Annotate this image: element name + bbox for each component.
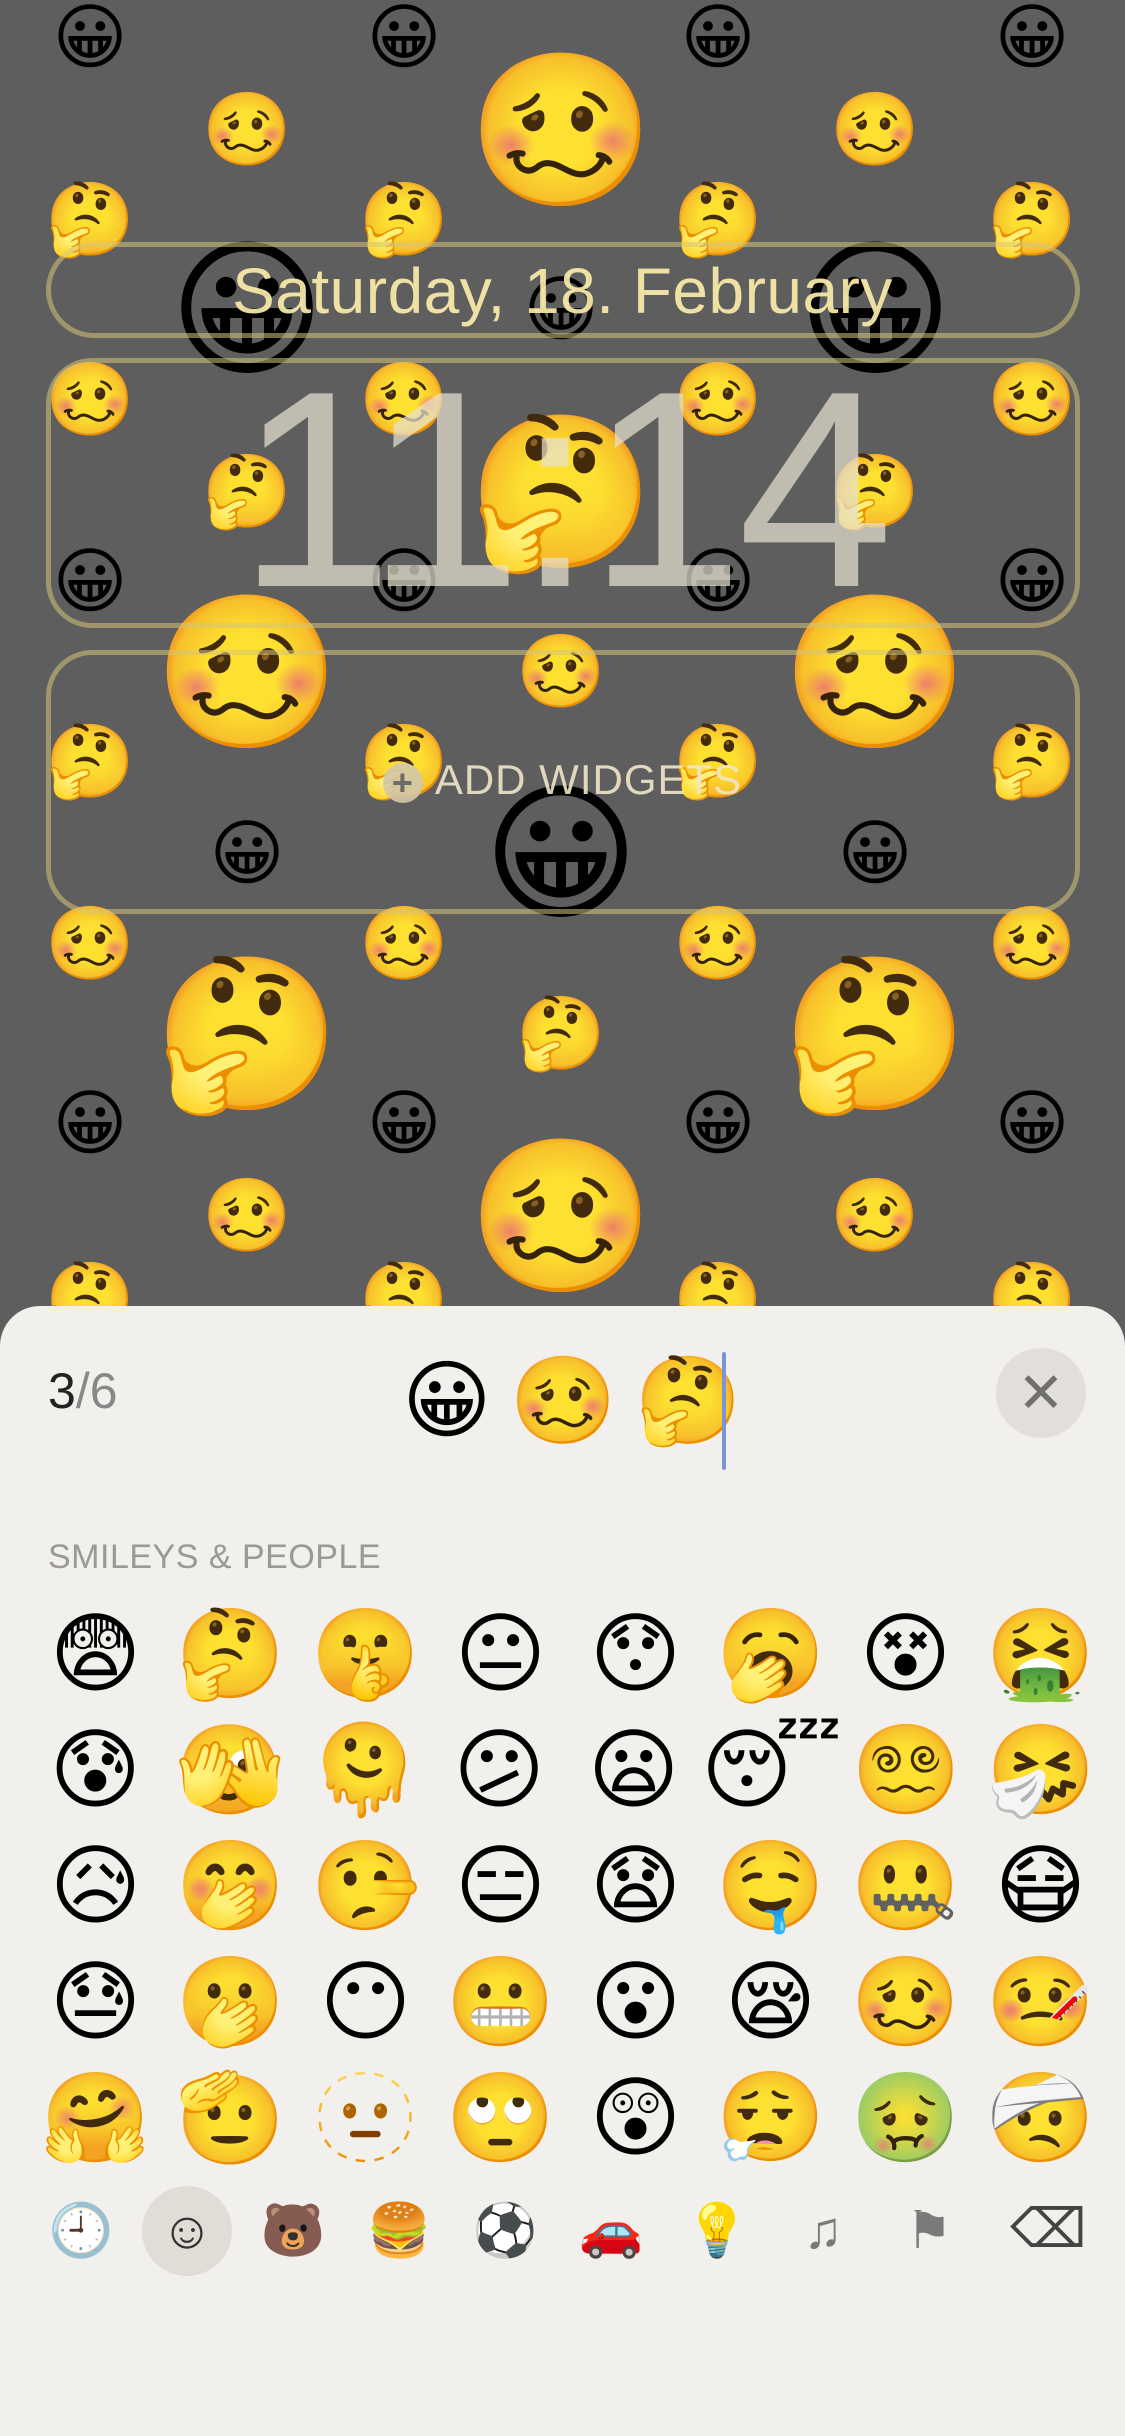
close-button[interactable]: ✕ [996, 1348, 1086, 1438]
emoji-key[interactable]: 😪 [703, 1944, 838, 2060]
wallpaper-emoji: 🥴 [45, 904, 135, 984]
wallpaper-emoji: 🥴 [467, 1132, 655, 1300]
emoji-key[interactable]: 🤕 [973, 2060, 1108, 2176]
emoji-key[interactable]: 😶 [298, 1944, 433, 2060]
delete-button[interactable]: ⌫ [1010, 2202, 1086, 2256]
emoji-key[interactable]: 😥 [28, 1828, 163, 1944]
category-smileys-icon[interactable]: ☺ [142, 2186, 232, 2276]
plus-circle-icon: + [382, 762, 423, 803]
emoji-key[interactable]: 🫢 [163, 1944, 298, 2060]
emoji-key[interactable]: 🤧 [973, 1712, 1108, 1828]
emoji-key[interactable]: 😰 [28, 1712, 163, 1828]
emoji-key[interactable]: 🤒 [973, 1944, 1108, 2060]
wallpaper-emoji: 🥴 [359, 904, 449, 984]
category-recent-icon[interactable]: 🕘 [36, 2186, 126, 2276]
category-objects-icon[interactable]: 💡 [672, 2186, 762, 2276]
wallpaper-emoji: 🥴 [467, 46, 655, 214]
wallpaper-emoji: 🥴 [202, 1176, 292, 1256]
lockscreen-time: 11:14 [237, 334, 894, 646]
emoji-key[interactable]: 🫡 [163, 2060, 298, 2176]
emoji-key[interactable]: 🫥 [298, 2060, 433, 2176]
emoji-key[interactable]: 😯 [568, 1596, 703, 1712]
selected-emoji-field[interactable]: 😀 🥴 🤔 [402, 1358, 742, 1444]
backspace-icon: ⌫ [1010, 2199, 1087, 2259]
wallpaper-emoji: 😀 [994, 0, 1070, 78]
wallpaper-emoji: 🤔 [516, 994, 606, 1074]
wallpaper-emoji: 😀 [52, 0, 128, 78]
emoji-key[interactable]: 😵 [838, 1596, 973, 1712]
category-symbols-icon[interactable]: ♫ [778, 2186, 868, 2276]
category-activity-icon[interactable]: ⚽ [460, 2186, 550, 2276]
wallpaper-emoji: 🥴 [673, 904, 763, 984]
category-food-icon[interactable]: 🍔 [354, 2186, 444, 2276]
emoji-key[interactable]: 🥱 [703, 1596, 838, 1712]
text-cursor [722, 1352, 726, 1470]
emoji-key[interactable]: 🤥 [298, 1828, 433, 1944]
category-flags-icon[interactable]: ⚑ [884, 2186, 974, 2276]
emoji-key[interactable]: 🫣 [163, 1712, 298, 1828]
emoji-key[interactable]: 😦 [566, 1712, 701, 1828]
wallpaper-emoji: 😀 [366, 1084, 442, 1164]
counter-total: /6 [75, 1363, 118, 1419]
emoji-key[interactable]: 😧 [568, 1828, 703, 1944]
wallpaper-emoji: 🥴 [830, 90, 920, 170]
emoji-row: 🤗 🫡 🫥 🙄 😲 😮‍💨 🤢 🤕 [28, 2060, 1108, 2176]
emoji-key[interactable]: 🥴 [838, 1944, 973, 2060]
add-widgets-label: ADD WIDGETS [434, 756, 743, 803]
wallpaper-emoji: 🤔 [153, 950, 341, 1118]
close-icon: ✕ [1017, 1361, 1065, 1424]
emoji-key[interactable]: 🤭 [163, 1828, 298, 1944]
emoji-key[interactable]: 😴 [701, 1712, 842, 1828]
emoji-row: 😥 🤭 🤥 😑 😧 🤤 🤐 😷 [28, 1828, 1108, 1944]
emoji-key[interactable]: 😷 [973, 1828, 1108, 1944]
wallpaper-emoji: 🥴 [987, 904, 1077, 984]
wallpaper-emoji: 😀 [366, 0, 442, 78]
counter-current: 3 [48, 1363, 76, 1419]
emoji-key[interactable]: 🤫 [298, 1596, 433, 1712]
emoji-grid: 😨 🤔 🤫 😐 😯 🥱 😵 🤮 😰 🫣 🫠 😕 😦 😴 😵‍💫 🤧 😥 🤭 🤥 😑 😧 🤤 🤐 😷 😓 🫢 😶 😬 😮 😪 🥴 🤒 🤗 🫡 🫥 🙄 😲 😮… [28, 1596, 1108, 2176]
selected-emoji[interactable]: 😀 [402, 1358, 492, 1444]
emoji-key[interactable]: 😨 [28, 1596, 163, 1712]
emoji-key[interactable]: 🤤 [703, 1828, 838, 1944]
emoji-key[interactable]: 🤗 [28, 2060, 163, 2176]
selected-emoji[interactable]: 🥴 [510, 1358, 617, 1444]
emoji-key[interactable]: 😲 [568, 2060, 703, 2176]
emoji-key[interactable]: 😬 [433, 1944, 568, 2060]
emoji-key[interactable]: 🤐 [838, 1828, 973, 1944]
emoji-key[interactable]: 🙄 [433, 2060, 568, 2176]
section-title: SMILEYS & PEOPLE [48, 1538, 382, 1576]
wallpaper-emoji: 😀 [994, 1084, 1070, 1164]
wallpaper-emoji: 😀 [680, 1084, 756, 1164]
emoji-counter: 3/6 [48, 1362, 118, 1420]
emoji-picker-sheet: 3/6 😀 🥴 🤔 ✕ SMILEYS & PEOPLE 😨 🤔 🤫 😐 😯 🥱 😵 🤮 😰 🫣 🫠… [0, 1306, 1125, 2436]
emoji-key[interactable]: 🫠 [297, 1712, 432, 1828]
emoji-key[interactable]: 😮 [568, 1944, 703, 2060]
emoji-key[interactable]: 😵‍💫 [839, 1712, 974, 1828]
add-widgets-button[interactable]: + ADD WIDGETS [0, 756, 1125, 804]
emoji-row: 😰 🫣 🫠 😕 😦 😴 😵‍💫 🤧 [28, 1712, 1108, 1828]
emoji-key[interactable]: 😮‍💨 [703, 2060, 838, 2176]
wallpaper-emoji: 😀 [680, 0, 756, 78]
wallpaper-emoji: 😀 [52, 1084, 128, 1164]
emoji-key[interactable]: 😕 [432, 1712, 567, 1828]
wallpaper-emoji: 🤔 [781, 950, 969, 1118]
wallpaper-emoji: 🥴 [202, 90, 292, 170]
emoji-key[interactable]: 🤮 [973, 1596, 1108, 1712]
emoji-key[interactable]: 😓 [28, 1944, 163, 2060]
lockscreen-date: Saturday, 18. February [232, 255, 893, 327]
emoji-category-bar: 🕘 ☺ 🐻 🍔 ⚽ 🚗 💡 ♫ ⚑ [0, 2186, 1125, 2296]
category-travel-icon[interactable]: 🚗 [566, 2186, 656, 2276]
emoji-key[interactable]: 🤢 [838, 2060, 973, 2176]
category-animals-icon[interactable]: 🐻 [248, 2186, 338, 2276]
emoji-key[interactable]: 😐 [433, 1596, 568, 1712]
emoji-row: 😓 🫢 😶 😬 😮 😪 🥴 🤒 [28, 1944, 1108, 2060]
emoji-key[interactable]: 🤔 [163, 1596, 298, 1712]
emoji-key[interactable]: 😑 [433, 1828, 568, 1944]
wallpaper-emoji: 🥴 [830, 1176, 920, 1256]
emoji-row: 😨 🤔 🤫 😐 😯 🥱 😵 🤮 [28, 1596, 1108, 1712]
